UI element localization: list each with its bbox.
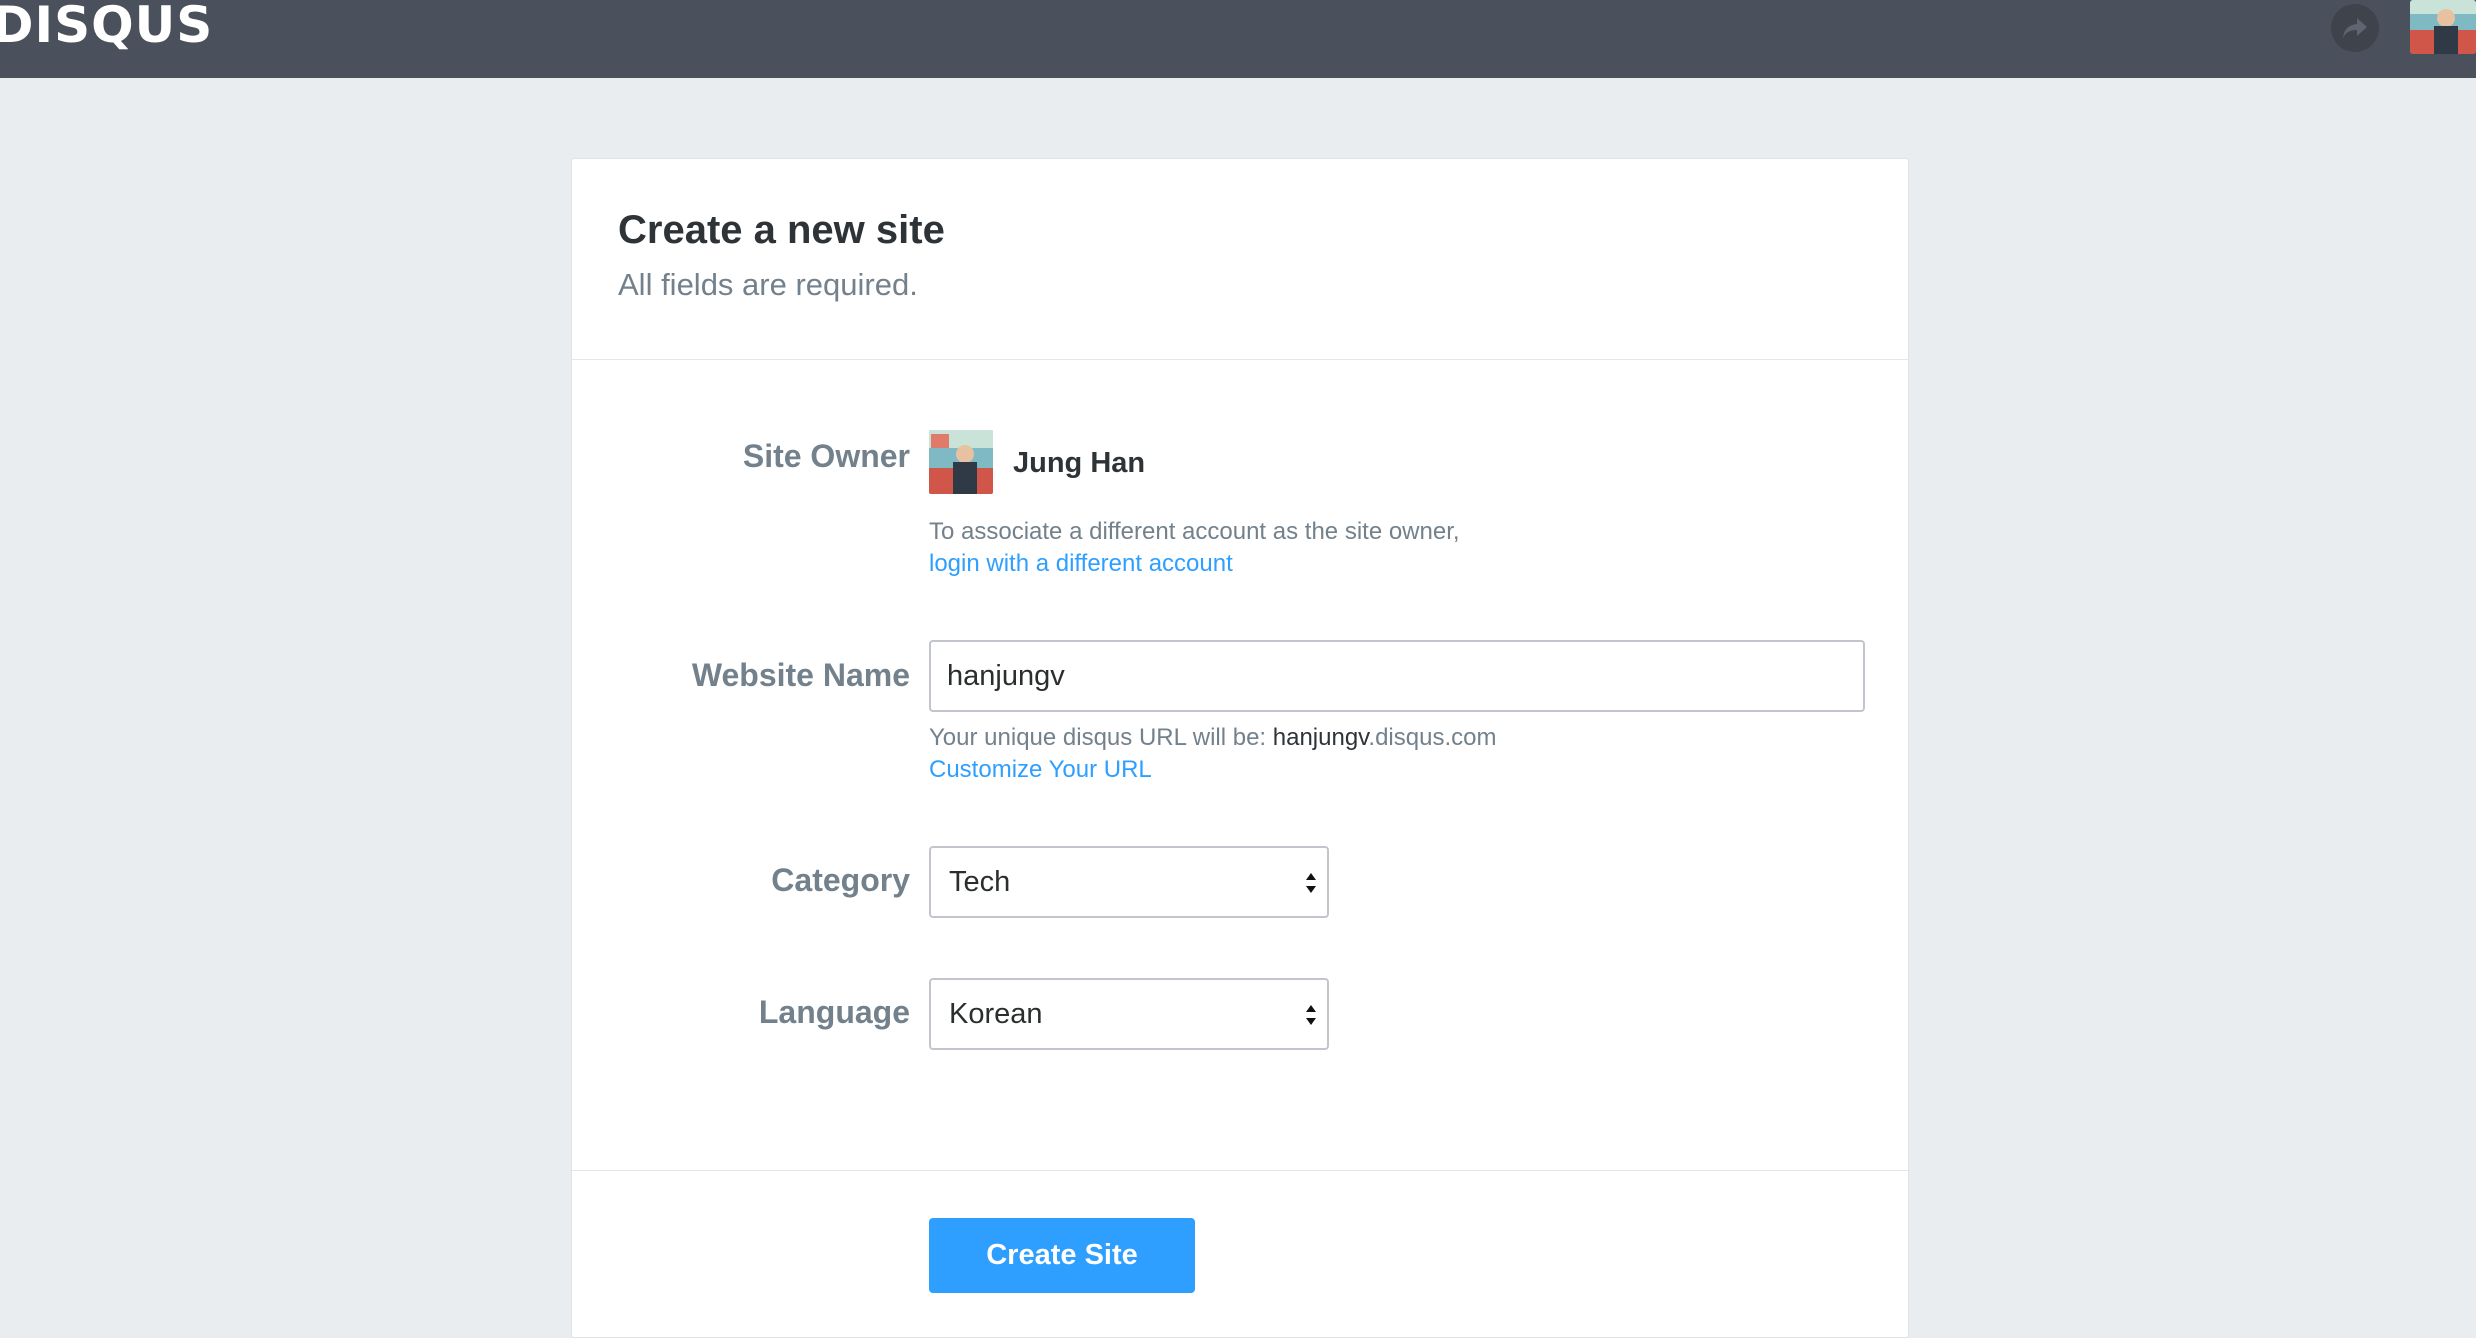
create-site-card: Create a new site All fields are require… [571, 158, 1909, 1338]
owner-avatar [929, 430, 993, 494]
top-navbar: DISQUS [0, 0, 2476, 78]
owner-name: Jung Han [1013, 447, 1146, 479]
footer-divider [572, 1170, 1908, 1171]
site-owner-label: Site Owner [742, 438, 910, 474]
page-title: Create a new site [618, 208, 945, 252]
url-help-prefix: Your unique disqus URL will be: [929, 724, 1273, 751]
notifications-icon[interactable] [2331, 4, 2379, 52]
language-value: Korean [949, 998, 1043, 1030]
customize-url-link[interactable]: Customize Your URL [929, 754, 1152, 786]
login-different-account-link[interactable]: login with a different account [929, 548, 1233, 580]
url-help-suffix: .disqus.com [1368, 724, 1497, 751]
select-arrows-icon [1306, 1005, 1316, 1025]
card-header: Create a new site All fields are require… [572, 159, 1908, 360]
category-label: Category [771, 862, 910, 898]
website-name-label: Website Name [691, 657, 910, 693]
language-label: Language [758, 994, 910, 1030]
category-value: Tech [949, 866, 1011, 898]
url-help-slug: hanjungv [1272, 724, 1369, 751]
owner-help-text: To associate a different account as the … [929, 518, 1460, 545]
create-site-button[interactable]: Create Site [929, 1218, 1195, 1293]
disqus-logo[interactable]: DISQUS [0, 0, 213, 50]
category-select[interactable]: Tech [929, 846, 1329, 918]
select-arrows-icon [1306, 873, 1316, 893]
page-subtitle: All fields are required. [618, 267, 918, 302]
user-avatar[interactable] [2410, 0, 2476, 54]
language-select[interactable]: Korean [929, 978, 1329, 1050]
unique-url-help: Your unique disqus URL will be: hanjungv… [929, 722, 1496, 754]
website-name-input[interactable] [929, 640, 1865, 712]
